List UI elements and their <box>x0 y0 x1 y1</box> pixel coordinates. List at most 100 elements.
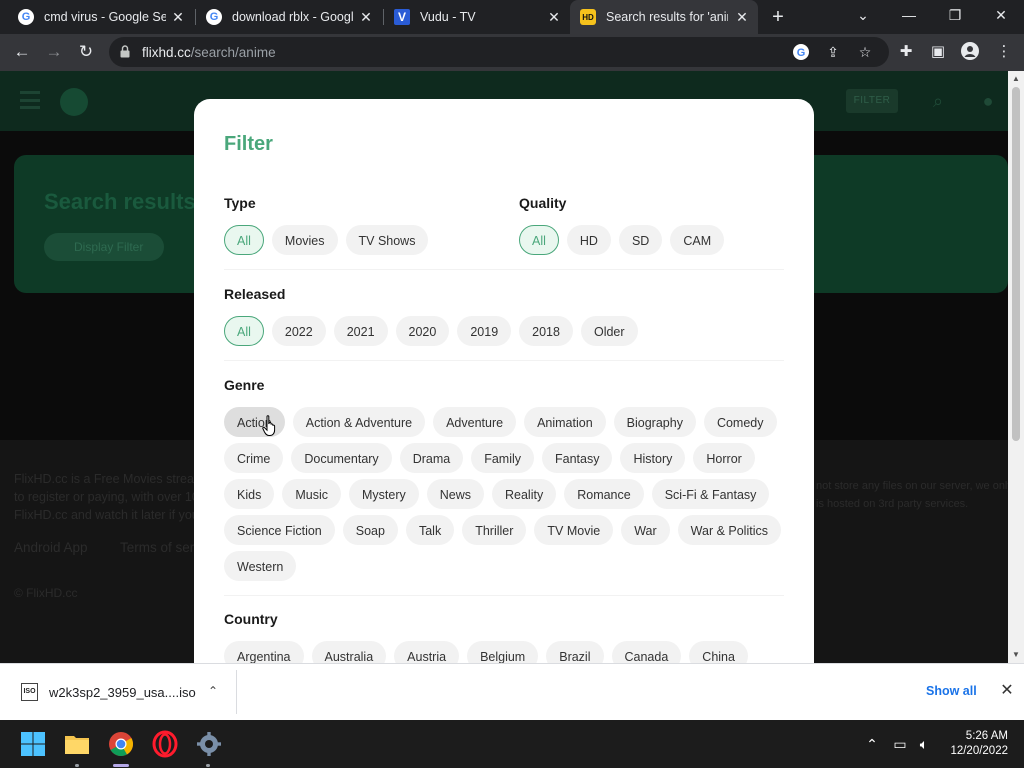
back-arrow-icon[interactable]: ← <box>10 40 34 64</box>
released-chip-2020[interactable]: 2020 <box>395 316 450 346</box>
file-explorer-icon[interactable] <box>63 730 91 758</box>
extensions-puzzle-icon[interactable]: ✚ <box>896 42 916 62</box>
address-bar[interactable]: flixhd.cc/search/anime G ⇪ ☆ <box>109 37 889 67</box>
google-lens-icon[interactable]: G <box>792 43 810 61</box>
genre-chip[interactable]: History <box>620 443 686 473</box>
tab-search-chevron-icon[interactable]: ⌄ <box>840 0 886 30</box>
download-file-name[interactable]: w2k3sp2_3959_usa....iso <box>49 685 196 700</box>
country-options: Argentina Australia Austria Belgium Braz… <box>224 641 790 663</box>
new-tab-icon[interactable]: + <box>766 5 790 29</box>
type-chip-all[interactable]: All <box>224 225 264 255</box>
country-chip[interactable]: Australia <box>311 641 387 663</box>
genre-chip[interactable]: Animation <box>524 407 606 437</box>
genre-chip[interactable]: Sci-Fi & Fantasy <box>651 479 770 509</box>
restore-icon[interactable]: ❐ <box>932 0 978 30</box>
country-chip[interactable]: Austria <box>394 641 460 663</box>
minimize-icon[interactable]: — <box>886 0 932 30</box>
chevron-up-icon[interactable]: ⌃ <box>204 682 222 700</box>
country-chip[interactable]: Argentina <box>224 641 304 663</box>
released-section: Released All 2022 2021 2020 2019 2018 Ol… <box>224 286 638 346</box>
genre-chip[interactable]: Drama <box>399 443 464 473</box>
released-chip-2019[interactable]: 2019 <box>457 316 512 346</box>
quality-chip-cam[interactable]: CAM <box>670 225 725 255</box>
genre-chip[interactable]: Soap <box>342 515 398 545</box>
genre-chip[interactable]: Horror <box>693 443 755 473</box>
quality-chip-hd[interactable]: HD <box>566 225 611 255</box>
genre-chip[interactable]: TV Movie <box>534 515 614 545</box>
show-all-downloads-link[interactable]: Show all <box>926 684 977 698</box>
reload-icon[interactable]: ↻ <box>74 40 98 64</box>
tab-vudu[interactable]: V Vudu - TV ✕ <box>384 0 570 34</box>
genre-chip[interactable]: Western <box>224 551 297 581</box>
genre-chip[interactable]: Crime <box>224 443 284 473</box>
side-panel-icon[interactable]: ▣ <box>928 42 948 62</box>
country-chip[interactable]: Belgium <box>467 641 539 663</box>
genre-chip[interactable]: Science Fiction <box>224 515 335 545</box>
genre-chip[interactable]: Family <box>471 443 535 473</box>
site-logo[interactable] <box>60 88 88 116</box>
close-tab-icon[interactable]: ✕ <box>546 9 562 25</box>
footer-android-app-link[interactable]: Android App <box>14 540 88 555</box>
released-chip-2021[interactable]: 2021 <box>333 316 388 346</box>
system-clock[interactable]: 5:26 AM 12/20/2022 <box>946 729 1008 759</box>
genre-chip[interactable]: Music <box>282 479 341 509</box>
browser-menu-icon[interactable]: ⋮ <box>994 42 1014 62</box>
genre-chip[interactable]: Documentary <box>291 443 392 473</box>
close-download-bar-icon[interactable]: ✕ <box>998 682 1016 700</box>
genre-chip[interactable]: News <box>426 479 484 509</box>
genre-chip[interactable]: Kids <box>224 479 275 509</box>
search-icon[interactable]: ⌕ <box>928 91 948 111</box>
released-chip-older[interactable]: Older <box>580 316 638 346</box>
scroll-up-icon[interactable]: ▲ <box>1008 71 1024 87</box>
country-chip[interactable]: China <box>689 641 748 663</box>
user-icon[interactable]: ● <box>978 91 998 111</box>
close-tab-icon[interactable]: ✕ <box>170 9 186 25</box>
type-chip-tv-shows[interactable]: TV Shows <box>345 225 429 255</box>
genre-chip[interactable]: Action & Adventure <box>292 407 426 437</box>
bookmark-star-icon[interactable]: ☆ <box>856 43 874 61</box>
genre-chip[interactable]: Thriller <box>462 515 527 545</box>
profile-avatar-icon[interactable] <box>960 42 980 62</box>
display-filter-button[interactable]: Display Filter <box>44 233 164 261</box>
opera-icon[interactable] <box>151 730 179 758</box>
genre-chip[interactable]: Fantasy <box>542 443 613 473</box>
settings-gear-icon[interactable] <box>195 730 223 758</box>
quality-chip-sd[interactable]: SD <box>618 225 663 255</box>
tab-download-rblx[interactable]: G download rblx - Google ✕ <box>196 0 382 34</box>
type-chip-movies[interactable]: Movies <box>271 225 338 255</box>
genre-chip[interactable]: Romance <box>564 479 644 509</box>
genre-chip[interactable]: Adventure <box>433 407 517 437</box>
genre-chip[interactable]: Reality <box>492 479 557 509</box>
close-tab-icon[interactable]: ✕ <box>734 9 750 25</box>
genre-chip[interactable]: Talk <box>405 515 455 545</box>
released-chip-all[interactable]: All <box>224 316 264 346</box>
country-chip[interactable]: Brazil <box>546 641 604 663</box>
scrollbar-thumb[interactable] <box>1012 87 1020 441</box>
page-scrollbar[interactable]: ▲ ▼ <box>1008 71 1024 663</box>
released-chip-2022[interactable]: 2022 <box>271 316 326 346</box>
close-window-icon[interactable]: ✕ <box>978 0 1024 30</box>
genre-section: Genre Action Action & Adventure Adventur… <box>224 377 790 581</box>
header-filter-button[interactable]: FILTER <box>846 89 898 113</box>
genre-chip[interactable]: War & Politics <box>677 515 781 545</box>
genre-chip[interactable]: War <box>621 515 670 545</box>
quality-chip-all[interactable]: All <box>519 225 559 255</box>
show-hidden-icons-chevron-icon[interactable]: ⌃ <box>862 734 882 754</box>
hamburger-menu-icon[interactable] <box>20 91 40 109</box>
chrome-icon[interactable] <box>107 730 135 758</box>
network-icon[interactable]: ▭ <box>890 734 910 754</box>
forward-arrow-icon[interactable]: → <box>42 40 66 64</box>
scroll-down-icon[interactable]: ▼ <box>1008 647 1024 663</box>
tab-search-results[interactable]: HD Search results for 'anim ✕ <box>570 0 758 34</box>
genre-chip[interactable]: Mystery <box>348 479 419 509</box>
lock-icon <box>120 45 130 58</box>
tab-cmd-virus[interactable]: G cmd virus - Google Sea ✕ <box>8 0 194 34</box>
share-icon[interactable]: ⇪ <box>824 43 842 61</box>
genre-chip[interactable]: Comedy <box>703 407 777 437</box>
released-chip-2018[interactable]: 2018 <box>519 316 573 346</box>
windows-start-icon[interactable] <box>19 730 47 758</box>
country-chip[interactable]: Canada <box>611 641 682 663</box>
close-tab-icon[interactable]: ✕ <box>358 9 374 25</box>
genre-chip[interactable]: Biography <box>613 407 696 437</box>
volume-icon[interactable]: 🔈︎ <box>914 734 934 754</box>
